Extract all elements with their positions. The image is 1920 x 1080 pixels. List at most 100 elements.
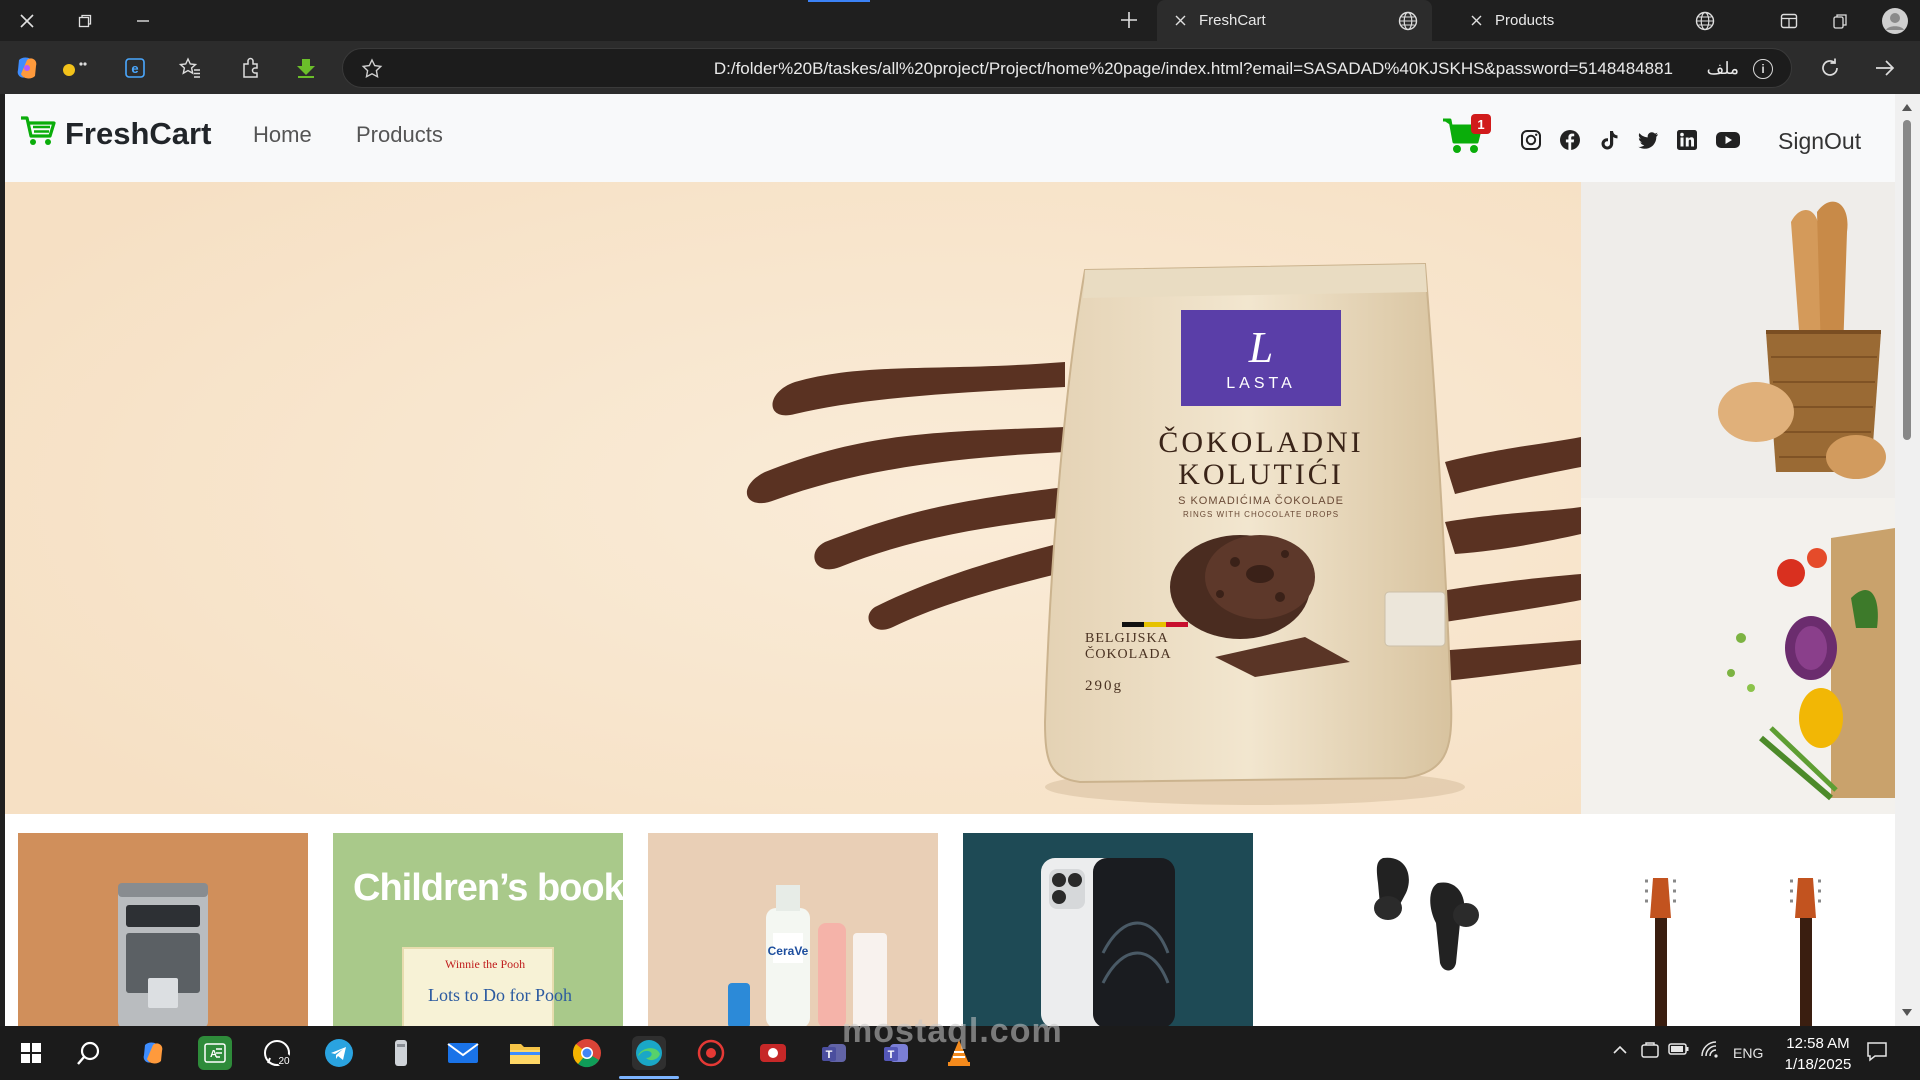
- scroll-down-arrow[interactable]: [1902, 1009, 1912, 1016]
- guitar-image: [1593, 833, 1895, 1026]
- svg-text:ČOKOLADNI: ČOKOLADNI: [1158, 426, 1363, 459]
- add-favorite-star-icon[interactable]: [361, 58, 383, 85]
- tab-title: FreshCart: [1199, 12, 1266, 29]
- nav-link-products[interactable]: Products: [356, 122, 443, 148]
- svg-text:S KOMADIĆIMA ČOKOLADE: S KOMADIĆIMA ČOKOLADE: [1178, 494, 1344, 507]
- category-card-guitars[interactable]: [1593, 833, 1895, 1026]
- tiktok-icon[interactable]: [1597, 128, 1621, 152]
- internet-explorer-mode-icon[interactable]: e: [120, 53, 150, 83]
- tab-freshcart[interactable]: FreshCart: [1157, 0, 1432, 41]
- copilot-taskbar-icon[interactable]: [136, 1036, 170, 1070]
- file-scheme-label: ملف: [1706, 59, 1739, 78]
- tab-title: Products: [1495, 12, 1555, 29]
- tab-actions-icon[interactable]: [1776, 8, 1802, 34]
- whatsapp-icon[interactable]: 20: [260, 1036, 294, 1070]
- tab-group-indicator: [808, 0, 870, 2]
- brand-logo[interactable]: FreshCart: [19, 114, 211, 153]
- coffee-machine-image: [18, 833, 308, 1026]
- mail-icon[interactable]: [446, 1036, 480, 1070]
- download-arrow-icon[interactable]: [291, 53, 321, 83]
- forward-arrow-icon[interactable]: [1870, 53, 1900, 83]
- cart-count-badge: 1: [1471, 114, 1491, 134]
- signout-link[interactable]: SignOut: [1778, 128, 1861, 155]
- telegram-icon[interactable]: [322, 1036, 356, 1070]
- page-viewport: FreshCart Home Products 1 SignOut L LAST…: [5, 94, 1895, 1026]
- youtube-icon[interactable]: [1714, 128, 1742, 152]
- category-card-earbuds[interactable]: [1278, 833, 1568, 1026]
- start-windows-icon[interactable]: [14, 1036, 48, 1070]
- restore-window-icon[interactable]: [72, 8, 98, 34]
- svg-text:BELGIJSKA: BELGIJSKA: [1085, 631, 1169, 646]
- hero-slider-main[interactable]: L LASTA ČOKOLADNI KOLUTIĆI S KOMADIĆIMA …: [5, 182, 1581, 814]
- battery-icon[interactable]: [1668, 1041, 1690, 1060]
- camera-app-icon[interactable]: [694, 1036, 728, 1070]
- new-tab-button[interactable]: [1115, 6, 1143, 34]
- svg-text:T: T: [826, 1049, 833, 1061]
- cart-icon: [1441, 118, 1485, 160]
- scroll-thumb[interactable]: [1903, 120, 1911, 440]
- cart-logo-icon: [19, 114, 57, 153]
- notifications-icon[interactable]: [1866, 1040, 1888, 1065]
- svg-text:LASTA: LASTA: [1226, 375, 1296, 392]
- extensions-icon[interactable]: [236, 53, 266, 83]
- globe-icon: [1695, 11, 1715, 35]
- svg-text:Winnie the Pooh: Winnie the Pooh: [445, 957, 525, 971]
- edge-icon[interactable]: [632, 1036, 666, 1070]
- url-text[interactable]: D:/folder%20B/taskes/all%20project/Proje…: [714, 59, 1673, 79]
- svg-text:A: A: [210, 1049, 217, 1060]
- category-card-coffee-machine[interactable]: [18, 833, 308, 1026]
- address-bar[interactable]: D:/folder%20B/taskes/all%20project/Proje…: [342, 48, 1792, 88]
- svg-text:290g: 290g: [1085, 678, 1123, 694]
- workspaces-icon[interactable]: [1828, 8, 1854, 34]
- tab-close-icon[interactable]: [1467, 12, 1485, 30]
- twitter-icon[interactable]: [1636, 128, 1660, 152]
- profile-avatar[interactable]: [1880, 6, 1910, 36]
- skincare-products-image: CeraVe: [648, 833, 938, 1026]
- category-card-phones[interactable]: [963, 833, 1253, 1026]
- brand-name: FreshCart: [65, 115, 212, 151]
- refresh-icon[interactable]: [1815, 53, 1845, 83]
- chocolate-product-image: L LASTA ČOKOLADNI KOLUTIĆI S KOMADIĆIMA …: [5, 182, 1581, 814]
- earbuds-image: [1278, 833, 1568, 1026]
- childrens-book-image: Winnie the Pooh Lots to Do for Pooh: [333, 833, 623, 1026]
- category-card-skincare[interactable]: CeraVe: [648, 833, 938, 1026]
- browser-titlebar: FreshCart Products: [0, 0, 1920, 41]
- cart-button[interactable]: 1: [1441, 114, 1491, 160]
- translator-app-icon[interactable]: A: [198, 1036, 232, 1070]
- minimize-window-icon[interactable]: [130, 8, 156, 34]
- notepad-app-icon[interactable]: [384, 1036, 418, 1070]
- watermark: mostaql.com: [842, 1012, 1063, 1050]
- svg-text:RINGS WITH CHOCOLATE DROPS: RINGS WITH CHOCOLATE DROPS: [1183, 510, 1339, 519]
- show-hidden-icons-chevron[interactable]: [1612, 1042, 1628, 1061]
- screen-recorder-icon[interactable]: [756, 1036, 790, 1070]
- favorites-icon[interactable]: [175, 53, 205, 83]
- security-tray-icon[interactable]: [1640, 1040, 1660, 1063]
- nav-link-home[interactable]: Home: [253, 122, 312, 148]
- bread-basket-image: [1581, 182, 1895, 498]
- facebook-icon[interactable]: [1558, 128, 1582, 152]
- file-explorer-icon[interactable]: [508, 1036, 542, 1070]
- close-window-icon[interactable]: [14, 8, 40, 34]
- svg-text:KOLUTIĆI: KOLUTIĆI: [1178, 458, 1344, 491]
- hero-side-bread-image[interactable]: [1581, 182, 1895, 498]
- hero-side-vegetables-image[interactable]: [1581, 498, 1895, 814]
- linkedin-icon[interactable]: [1675, 128, 1699, 152]
- phone-image: [963, 833, 1253, 1026]
- taskbar-clock[interactable]: 12:58 AM 1/18/2025: [1768, 1033, 1868, 1075]
- copilot-icon[interactable]: [12, 53, 42, 83]
- category-card-childrens-books[interactable]: Winnie the Pooh Lots to Do for Pooh Chil…: [333, 833, 623, 1026]
- page-scrollbar[interactable]: [1895, 94, 1920, 1026]
- instagram-icon[interactable]: [1519, 128, 1543, 152]
- tab-close-icon[interactable]: [1171, 12, 1189, 30]
- svg-text:L: L: [1248, 323, 1273, 372]
- site-info-icon[interactable]: i: [1753, 59, 1773, 79]
- search-icon[interactable]: [72, 1036, 106, 1070]
- scroll-up-arrow[interactable]: [1902, 104, 1912, 111]
- svg-text:e: e: [131, 61, 138, 76]
- clock-date: 1/18/2025: [1784, 1056, 1852, 1073]
- wifi-icon[interactable]: [1700, 1040, 1720, 1063]
- tab-products[interactable]: Products: [1457, 0, 1757, 41]
- extension-badge-icon[interactable]: [60, 53, 90, 83]
- chrome-icon[interactable]: [570, 1036, 604, 1070]
- input-language-indicator[interactable]: ENG: [1733, 1045, 1763, 1061]
